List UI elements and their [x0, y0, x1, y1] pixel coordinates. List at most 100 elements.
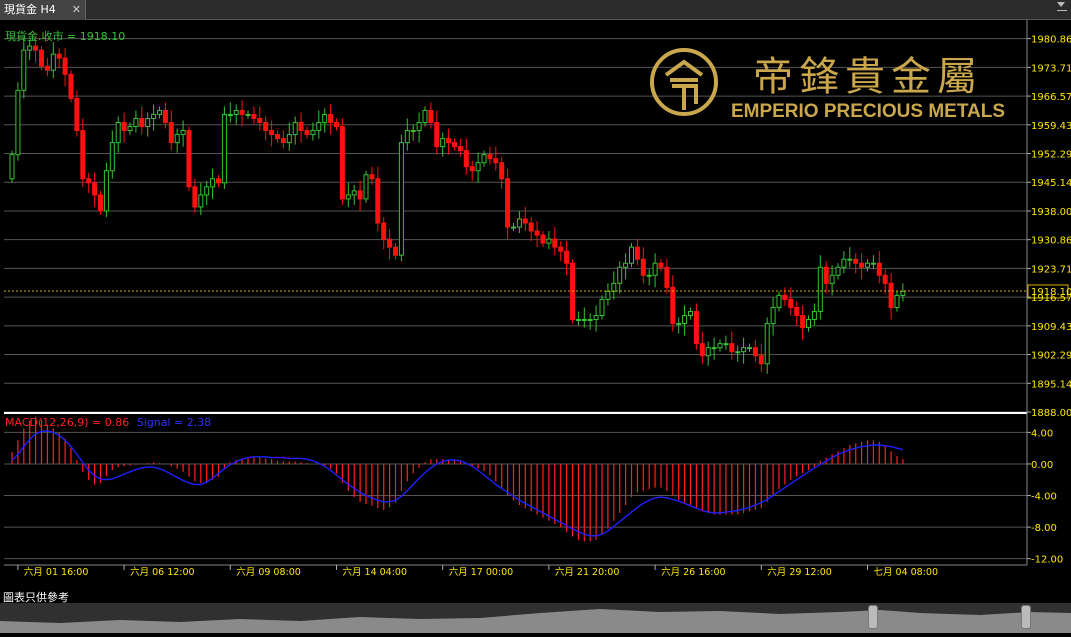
- candle-body: [269, 130, 275, 136]
- close-icon[interactable]: ✕: [72, 0, 81, 20]
- price-tick-label: 1930.86: [1031, 236, 1071, 247]
- price-tick-label: 1959.43: [1031, 121, 1071, 132]
- candle-body: [711, 347, 717, 350]
- candle-body: [865, 262, 870, 268]
- candle-body: [292, 122, 298, 136]
- candle-body: [764, 323, 770, 365]
- macd-tick-label: 0.00: [1031, 460, 1053, 471]
- candle-body: [676, 323, 682, 326]
- time-axis: 六月 01 16:00 六月 06 12:00 六月 09 08:00 六月 14 0…: [17, 565, 939, 578]
- candle-body: [363, 174, 369, 200]
- candle-body: [381, 222, 387, 240]
- candle-body: [68, 73, 74, 99]
- candle-body: [33, 45, 39, 51]
- candle-body: [428, 109, 434, 123]
- navigator-left-handle[interactable]: [868, 605, 878, 629]
- candle-body: [103, 170, 109, 212]
- candle-body: [516, 218, 522, 228]
- candle-body: [162, 109, 168, 123]
- candle-body: [98, 194, 103, 212]
- candle-body: [558, 246, 564, 252]
- candle-body: [587, 319, 593, 322]
- chevron-down-icon[interactable]: [1057, 2, 1065, 7]
- time-tick-label: 六月 06 12:00: [130, 566, 195, 578]
- candle-body: [86, 178, 92, 184]
- candle-body: [410, 130, 416, 133]
- candle-body: [210, 178, 216, 188]
- candle-body: [263, 122, 269, 132]
- tab-title: 現貨金 H4: [4, 3, 56, 16]
- candle-body: [304, 130, 310, 136]
- candle-body: [794, 306, 800, 317]
- time-tick-label: 六月 14 04:00: [343, 566, 408, 578]
- candle-body: [145, 117, 151, 128]
- candle-body: [375, 178, 381, 224]
- candle-body: [27, 45, 33, 51]
- candle-body: [705, 347, 711, 357]
- candle-body: [806, 319, 811, 329]
- candle-body: [652, 262, 658, 276]
- candle-body: [499, 162, 505, 180]
- candle-body: [605, 290, 611, 300]
- candle-body: [752, 347, 758, 357]
- chart-area[interactable]: 帝鋒貴金屬 EMPERIO PRECIOUS METALS 現貨金.收市 = 1…: [0, 20, 1071, 585]
- macd-main-label: MACD(12,26,9) = 0.86: [5, 416, 129, 429]
- navigator[interactable]: [0, 603, 1071, 633]
- candle-body: [593, 315, 599, 321]
- chart-tab[interactable]: 現貨金 H4 ✕: [0, 0, 86, 20]
- candle-body: [629, 246, 634, 264]
- candle-body: [127, 126, 133, 132]
- candle-body: [835, 266, 841, 276]
- candle-body: [328, 113, 334, 124]
- candle-body: [339, 126, 345, 200]
- candle-body: [115, 122, 121, 144]
- candle-body: [9, 154, 15, 180]
- price-tick-label: 1966.57: [1031, 92, 1071, 103]
- price-tick-label: 1916.57: [1031, 293, 1071, 304]
- time-tick-label: 七月 04 08:00: [874, 567, 939, 578]
- navigator-right-handle[interactable]: [1021, 605, 1031, 629]
- candle-body: [546, 238, 552, 244]
- candle-body: [286, 134, 292, 144]
- candle-body: [174, 134, 180, 144]
- candle-body: [900, 290, 906, 296]
- navigator-overview: [0, 609, 1071, 633]
- candle-body: [611, 282, 617, 292]
- price-tick-label: 1973.71: [1031, 63, 1071, 74]
- candle-body: [204, 186, 210, 196]
- candle-body: [735, 351, 741, 354]
- candle-body: [747, 347, 752, 350]
- candle-body: [357, 190, 363, 200]
- candle-body: [15, 89, 21, 156]
- candle-body: [139, 117, 145, 128]
- candle-body: [186, 130, 192, 188]
- candle-body: [670, 286, 676, 325]
- candle-body: [121, 122, 127, 132]
- candle-body: [758, 355, 764, 365]
- candle-body: [74, 97, 80, 132]
- candle-body: [575, 319, 581, 322]
- candle-body: [62, 57, 68, 75]
- logo-emblem-inner-icon: [664, 59, 704, 110]
- candle-body: [782, 294, 788, 300]
- candle-body: [44, 65, 50, 71]
- candle-body: [463, 150, 469, 168]
- candle-body: [876, 262, 882, 276]
- candle-body: [280, 138, 286, 144]
- candle-body: [398, 142, 404, 256]
- candle-body: [487, 154, 493, 160]
- candle-body: [853, 258, 859, 264]
- candle-body: [168, 122, 174, 144]
- candle-body: [233, 109, 239, 115]
- candle-body: [599, 298, 605, 316]
- candle-body: [682, 315, 688, 325]
- candle-body: [457, 146, 463, 152]
- candle-body: [511, 226, 516, 229]
- candle-body: [239, 109, 245, 115]
- macd-tick-label: -12.00: [1031, 555, 1063, 566]
- candle-body: [351, 190, 357, 196]
- time-tick-label: 六月 26 16:00: [661, 566, 726, 578]
- candle-body: [298, 122, 304, 132]
- candle-body: [387, 238, 393, 248]
- price-tick-label: 1952.29: [1031, 150, 1071, 161]
